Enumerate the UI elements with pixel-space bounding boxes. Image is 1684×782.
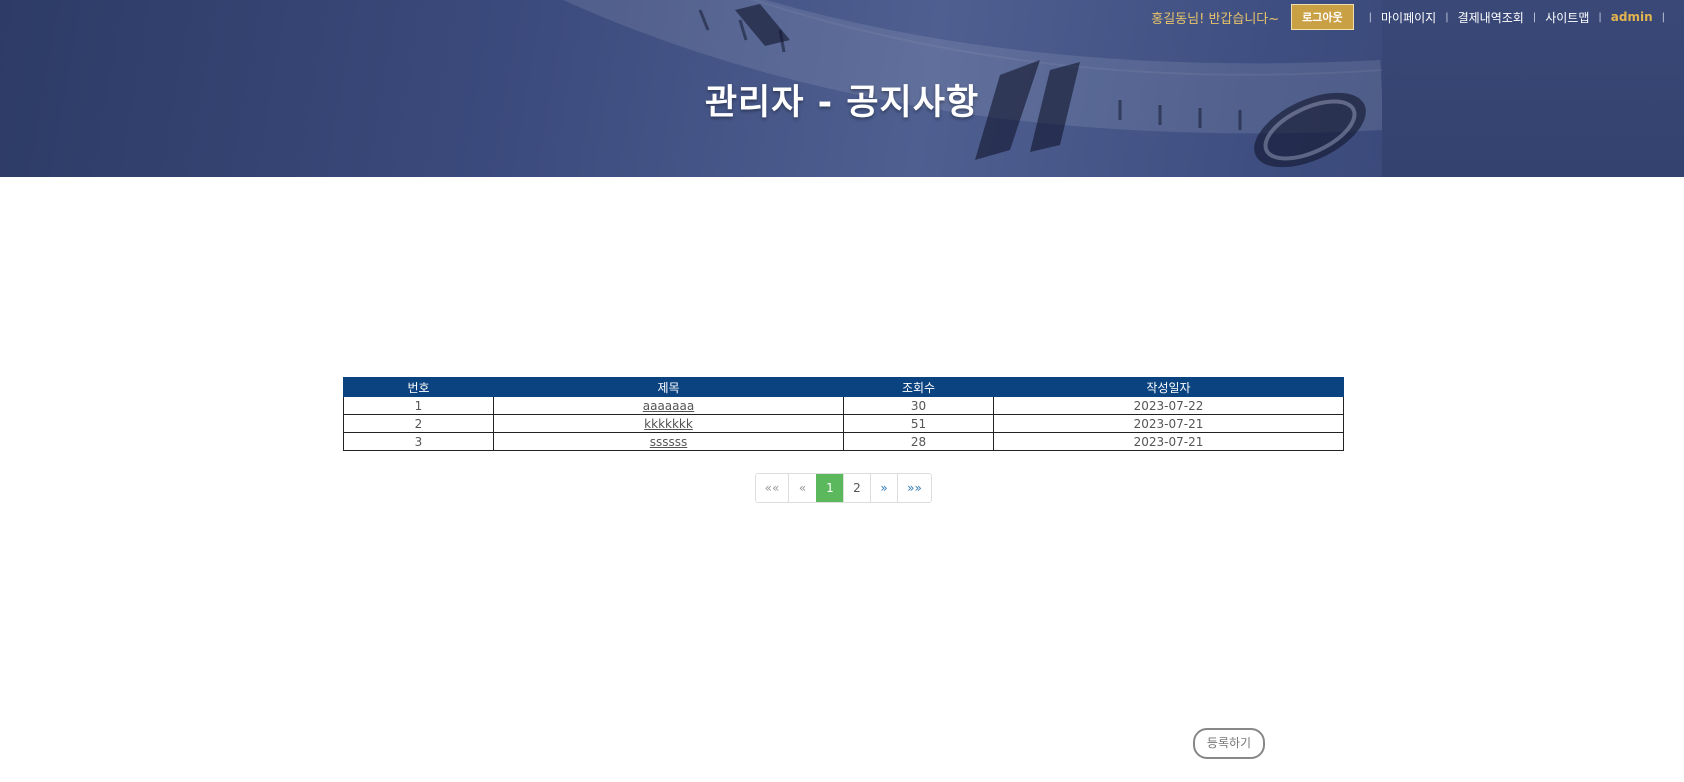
nav-link-sitemap[interactable]: 사이트맵 (1545, 9, 1589, 26)
register-button[interactable]: 등록하기 (1193, 728, 1265, 759)
page-next-button[interactable]: » (870, 474, 897, 502)
nav-separator: | (1661, 11, 1665, 23)
cell-views: 28 (843, 432, 994, 451)
nav-link-admin[interactable]: admin (1611, 10, 1653, 24)
notice-title-link[interactable]: aaaaaaa (643, 399, 694, 413)
column-header-views: 조회수 (843, 377, 994, 397)
nav-link-payment-history[interactable]: 결제내역조회 (1458, 9, 1524, 26)
cell-date: 2023-07-21 (993, 414, 1344, 433)
page-first-button[interactable]: «« (756, 474, 788, 502)
column-header-title: 제목 (493, 377, 844, 397)
nav-separator: | (1598, 11, 1602, 23)
cell-number: 3 (343, 432, 494, 451)
nav-separator: | (1532, 11, 1537, 23)
top-navigation: 홍길동님! 반갑습니다~ 로그아웃 | 마이페이지 | 결제내역조회 | 사이트… (1151, 4, 1684, 30)
page-number-2[interactable]: 2 (843, 474, 870, 502)
nav-separator: | (1368, 11, 1373, 23)
nav-separator: | (1445, 11, 1449, 23)
nav-link-mypage[interactable]: 마이페이지 (1381, 9, 1436, 26)
table-header-row: 번호 제목 조회수 작성일자 (343, 377, 1344, 397)
cell-number: 1 (343, 396, 494, 415)
cell-title: ssssss (493, 432, 844, 451)
notice-title-link[interactable]: kkkkkkk (644, 417, 693, 431)
cell-title: aaaaaaa (493, 396, 844, 415)
page-title: 관리자 - 공지사항 (704, 83, 980, 123)
logout-button[interactable]: 로그아웃 (1291, 4, 1354, 30)
pagination: «« « 1 2 » »» (755, 473, 932, 503)
column-header-date: 작성일자 (993, 377, 1344, 397)
page-number-1[interactable]: 1 (816, 474, 843, 502)
cell-title: kkkkkkk (493, 414, 844, 433)
cell-views: 30 (843, 396, 994, 415)
table-row: 3 ssssss 28 2023-07-21 (343, 432, 1344, 451)
column-header-number: 번호 (343, 377, 494, 397)
cell-date: 2023-07-22 (993, 396, 1344, 415)
cell-date: 2023-07-21 (993, 432, 1344, 451)
page-last-button[interactable]: »» (897, 474, 931, 502)
table-row: 2 kkkkkkk 51 2023-07-21 (343, 414, 1344, 433)
notice-title-link[interactable]: ssssss (650, 435, 688, 449)
cell-number: 2 (343, 414, 494, 433)
page-prev-button[interactable]: « (788, 474, 816, 502)
table-row: 1 aaaaaaa 30 2023-07-22 (343, 396, 1344, 415)
greeting-text: 홍길동님! 반갑습니다~ (1151, 11, 1280, 27)
notice-table: 번호 제목 조회수 작성일자 1 aaaaaaa 30 2023-07-22 2… (343, 377, 1344, 451)
cell-views: 51 (843, 414, 994, 433)
header-banner: 관리자 - 공지사항 홍길동님! 반갑습니다~ 로그아웃 | 마이페이지 | 결… (0, 0, 1684, 177)
